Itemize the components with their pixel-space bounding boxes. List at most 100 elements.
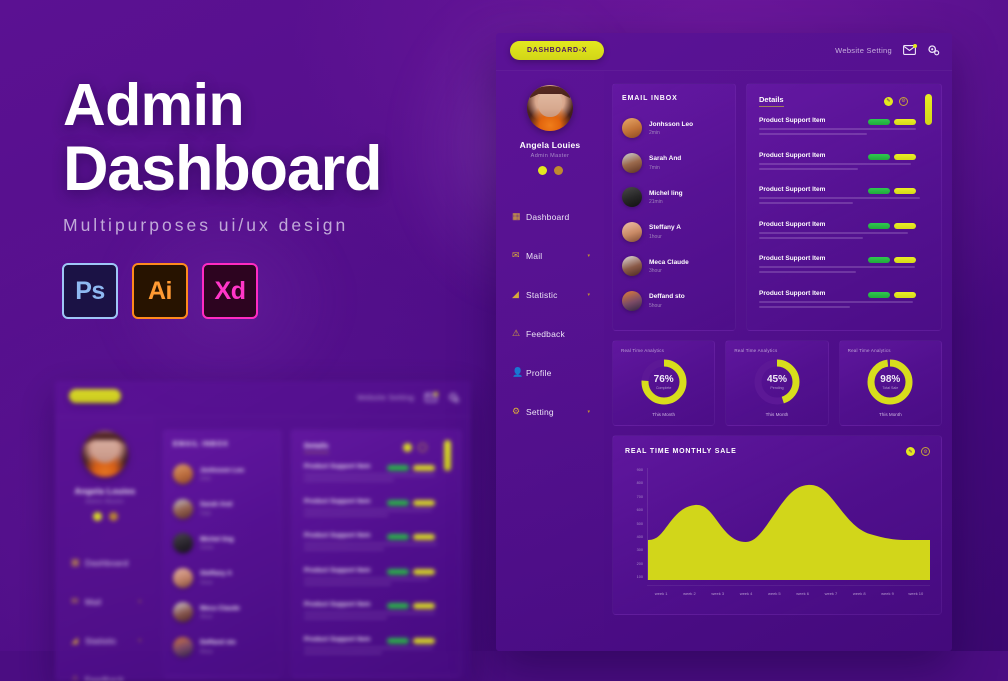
analytics-label: Real Time Analytics [848, 348, 933, 353]
sender-name: Deffand sto [649, 293, 685, 300]
sidebar-item-statistic[interactable]: ◢ Statistic ▾ [496, 275, 604, 314]
table-row[interactable]: Product Support Item [759, 186, 930, 221]
x-tick: week 9 [873, 591, 901, 596]
analytics-row: Real Time Analytics 76% Complete [612, 340, 942, 426]
preview-mail-row: Meca Claude 3hour [173, 595, 271, 630]
analytics-caption: This Month [848, 412, 933, 417]
sidebar-item-dashboard[interactable]: ▦ Dashboard [496, 197, 604, 236]
gear-icon[interactable] [927, 44, 940, 56]
status-badge[interactable] [868, 154, 890, 160]
profile-action-icons [496, 166, 604, 175]
list-item[interactable]: Sarah And 7min [622, 146, 726, 181]
preview-mail-row: Sarah And 7min [173, 492, 271, 527]
status-badge[interactable] [868, 119, 890, 125]
dashboard-body: Angela Louies Admin Master ▦ Dashboard ✉… [496, 71, 952, 651]
donut-sublabel: Pending [770, 386, 783, 390]
timestamp: 3hour [649, 268, 689, 274]
preview-detail-text [304, 474, 449, 481]
avatar [622, 187, 642, 207]
status-badge[interactable] [894, 292, 916, 298]
status-badge[interactable] [894, 154, 916, 160]
profile-gear-icon[interactable] [554, 166, 563, 175]
email-inbox-card: EMAIL INBOX Jonhsson Leo 2min [612, 83, 736, 331]
chevron-down-icon[interactable]: ▾ [587, 409, 590, 415]
logo-pill[interactable]: DASHBOARD-X [510, 41, 604, 60]
x-tick: week 7 [817, 591, 845, 596]
list-item[interactable]: Jonhsson Leo 2min [622, 111, 726, 146]
donut-chart-3: 98% Total Sale [865, 357, 915, 407]
donut-center: 45% Pending [752, 357, 802, 407]
monthly-sale-card: REAL TIME MONTHLY SALE ✎ ⚙ 900 800 700 6… [612, 435, 942, 615]
status-badge[interactable] [868, 292, 890, 298]
hero-text-block: Admin Dashboard Multipurposes ui/ux desi… [63, 76, 381, 236]
y-tick: 900 [637, 468, 643, 472]
pencil-icon[interactable]: ✎ [906, 447, 915, 456]
preview-website-setting: Website Setting [357, 393, 414, 402]
preview-topbar-right: Website Setting [357, 392, 459, 403]
main-dashboard: DASHBOARD-X Website Setting Angela Louie… [496, 33, 952, 651]
sender-name: Steffany A [649, 224, 681, 231]
preview-menu: ▦ Dashboard ✉ Mail ▾ ◢ Statistic ▾ ⚠ Fee… [55, 543, 155, 681]
avatar[interactable] [527, 85, 573, 131]
sidebar-item-profile[interactable]: 👤 Profile [496, 353, 604, 392]
analytics-caption: This Month [734, 412, 819, 417]
status-badge[interactable] [894, 188, 916, 194]
list-item[interactable]: Steffany A 1hour [622, 215, 726, 250]
x-tick: week 1 [647, 591, 675, 596]
preview-content: EMAIL INBOX Jonhsson Leo 2min [155, 417, 471, 679]
sidebar: Angela Louies Admin Master ▦ Dashboard ✉… [496, 71, 604, 651]
list-item[interactable]: Deffand sto 5hour [622, 284, 726, 319]
preview-detail-badges [387, 569, 435, 575]
list-item[interactable]: Meca Claude 3hour [622, 249, 726, 284]
row-description [759, 232, 930, 239]
preview-chevron-down-icon: ▾ [138, 638, 141, 644]
preview-mail-avatar [173, 602, 193, 622]
preview-detail-text [304, 647, 449, 654]
preview-details-card: Details Product Support Item [291, 429, 461, 677]
sidebar-item-label: Dashboard [526, 212, 569, 222]
gear-icon[interactable]: ⚙ [899, 97, 908, 106]
website-setting-link[interactable]: Website Setting [835, 46, 892, 55]
donut-wrap: 98% Total Sale [848, 357, 933, 407]
preview-mail-avatar [173, 499, 193, 519]
preview-detail-text [304, 509, 449, 516]
profile-edit-icon[interactable] [538, 166, 547, 175]
timestamp: 21min [649, 199, 683, 205]
table-row[interactable]: Product Support Item [759, 117, 930, 152]
table-row[interactable]: Product Support Item [759, 255, 930, 290]
envelope-icon[interactable] [903, 45, 916, 55]
status-badge[interactable] [894, 119, 916, 125]
row-description [759, 128, 930, 135]
y-tick: 800 [637, 481, 643, 485]
status-badge[interactable] [868, 257, 890, 263]
preview-detail-badges [387, 638, 435, 644]
chevron-down-icon[interactable]: ▾ [587, 253, 590, 259]
y-tick: 400 [637, 535, 643, 539]
preview-gear-icon [448, 392, 459, 403]
table-row[interactable]: Product Support Item [759, 290, 930, 325]
hero-title-line2: Dashboard [63, 137, 381, 201]
pencil-icon[interactable]: ✎ [884, 97, 893, 106]
status-badge[interactable] [894, 223, 916, 229]
status-badge[interactable] [868, 188, 890, 194]
sidebar-item-mail[interactable]: ✉ Mail ▾ [496, 236, 604, 275]
row-description [759, 266, 930, 273]
preview-detail-text [304, 612, 449, 619]
gear-icon[interactable]: ⚙ [921, 447, 930, 456]
table-row[interactable]: Product Support Item [759, 152, 930, 187]
table-row[interactable]: Product Support Item [759, 221, 930, 256]
chevron-down-icon[interactable]: ▾ [587, 292, 590, 298]
analytics-label: Real Time Analytics [621, 348, 706, 353]
preview-mail-avatar [173, 568, 193, 588]
avatar [622, 222, 642, 242]
status-badge[interactable] [868, 223, 890, 229]
status-badge[interactable] [894, 257, 916, 263]
preview-mail-icon: ✉ [71, 596, 85, 607]
y-tick: 100 [637, 575, 643, 579]
sidebar-item-setting[interactable]: ⚙ Setting ▾ [496, 392, 604, 431]
list-item[interactable]: Michel ling 21min [622, 180, 726, 215]
hero-title-line1: Admin [63, 76, 381, 135]
sidebar-item-feedback[interactable]: ⚠ Feedback [496, 314, 604, 353]
preview-profile-name: Angela Louies [55, 486, 155, 496]
donut-center: 98% Total Sale [865, 357, 915, 407]
